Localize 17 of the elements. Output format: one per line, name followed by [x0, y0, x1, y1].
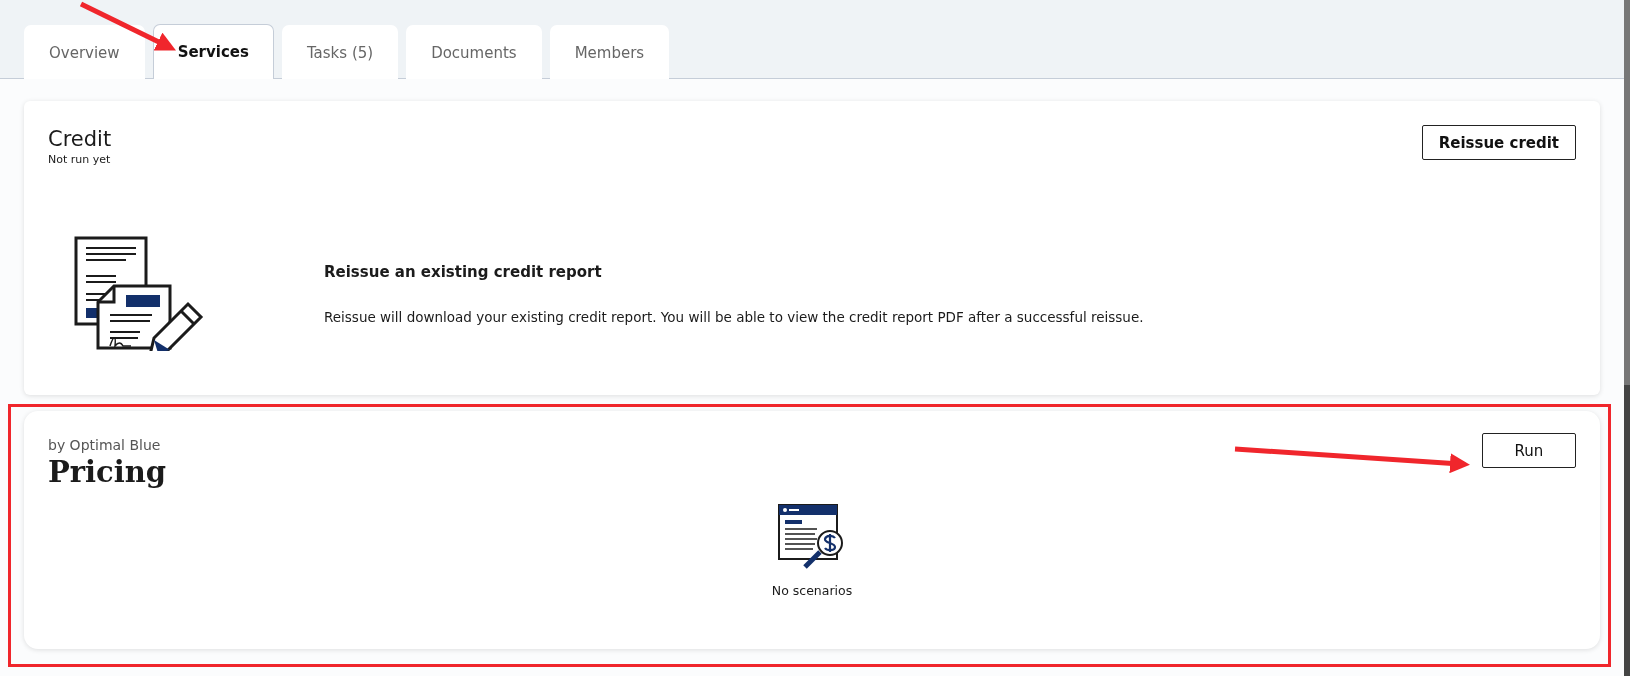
description-text: Reissue will download your existing credit report. You will be able to view the credit report PDF after a successful reissue. [324, 308, 1144, 325]
tab[interactable]: Members [549, 25, 670, 79]
tab[interactable]: Tasks (5) [281, 25, 399, 79]
provider-text: by Optimal Blue [48, 437, 162, 453]
tab[interactable]: Documents [406, 25, 542, 79]
scrollbar-thumb[interactable] [1624, 0, 1630, 385]
section-heading: Reissue an existing credit report [324, 262, 603, 281]
tab[interactable]: Overview [24, 25, 145, 79]
empty-state-text: No scenarios [771, 583, 853, 598]
card-title: Pricing [48, 455, 167, 489]
tab[interactable]: Services [152, 24, 274, 79]
documents-pen-icon [74, 236, 204, 351]
run-button[interactable]: Run [1482, 433, 1576, 468]
reissue-credit-button[interactable]: Reissue credit [1421, 125, 1576, 160]
status-text: Not run yet [48, 153, 112, 166]
scrollbar[interactable] [1624, 0, 1630, 676]
card-title: Credit [48, 127, 112, 151]
